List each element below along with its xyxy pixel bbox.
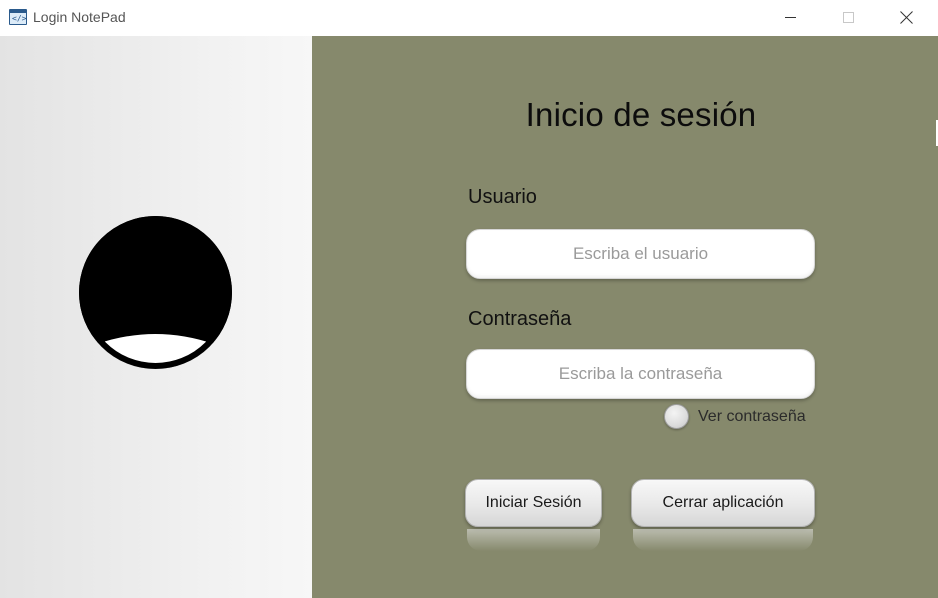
username-label: Usuario xyxy=(468,186,537,208)
login-heading: Inicio de sesión xyxy=(525,96,757,133)
maximize-button[interactable] xyxy=(819,0,877,34)
minimize-icon xyxy=(784,16,796,18)
exit-button-reflection xyxy=(633,529,813,551)
exit-app-button[interactable]: Cerrar aplicación xyxy=(631,479,815,527)
user-avatar-icon xyxy=(79,216,232,369)
close-window-button[interactable] xyxy=(878,0,936,34)
title-bar: </> Login NotePad xyxy=(0,0,938,36)
minimize-button[interactable] xyxy=(761,0,819,34)
password-input[interactable] xyxy=(466,349,815,399)
login-button[interactable]: Iniciar Sesión xyxy=(465,479,602,527)
show-password-toggle[interactable]: Ver contraseña xyxy=(664,404,806,429)
login-button-reflection xyxy=(467,529,600,551)
code-window-icon: </> xyxy=(9,9,27,25)
window-title: Login NotePad xyxy=(33,9,126,25)
password-label: Contraseña xyxy=(468,308,572,330)
left-panel xyxy=(0,36,312,598)
show-password-radio[interactable] xyxy=(664,404,689,429)
maximize-icon xyxy=(842,11,854,23)
app-icon-glyph: </> xyxy=(12,14,27,23)
close-icon xyxy=(900,10,914,24)
show-password-label: Ver contraseña xyxy=(698,407,806,425)
username-input[interactable] xyxy=(466,229,815,279)
